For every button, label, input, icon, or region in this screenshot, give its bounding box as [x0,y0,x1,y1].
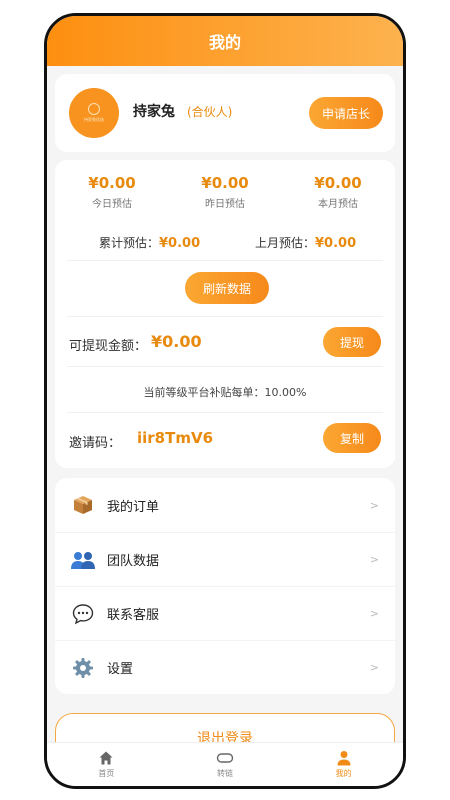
menu-item-settings[interactable]: 设置 > [55,640,395,694]
invite-code-value: iir8TmV6 [137,429,214,447]
bottom-tab-bar: 首页 转链 我的 [47,742,403,786]
divider [67,260,383,261]
user-icon [336,750,352,766]
copy-invite-code-button[interactable]: 复制 [323,423,381,453]
refresh-data-button[interactable]: 刷新数据 [185,272,269,304]
divider [67,366,383,367]
menu-item-team-data[interactable]: 团队数据 > [55,532,395,586]
stat-label: 本月预估 [318,199,358,210]
last-month-estimate: 上月预估：¥0.00 [255,234,356,251]
gear-icon [71,656,95,680]
menu-item-label: 团队数据 [107,554,160,569]
stat-value: ¥0.00 [314,174,362,192]
last-month-value: ¥0.00 [315,236,357,251]
total-estimate-label: 累计预估： [99,236,160,250]
last-month-label: 上月预估： [255,236,316,250]
phone-frame: 我的 持家兔优选 持家兔 (合伙人) 申请店长 ¥0.00 今日预估 ¥0.00… [44,13,406,789]
avatar-logo-text: 持家兔优选 [84,117,104,122]
user-role: (合伙人) [187,105,233,119]
tab-label: 首页 [98,769,115,778]
package-icon [71,493,95,517]
menu-item-customer-service[interactable]: 联系客服 > [55,586,395,640]
stat-label: 昨日预估 [205,199,245,210]
avatar[interactable]: 持家兔优选 [69,88,119,138]
menu-item-label: 设置 [107,662,134,677]
chat-bubble-icon [71,602,95,626]
stat-this-month: ¥0.00 本月预估 [283,174,393,210]
tab-label: 我的 [335,769,352,778]
withdrawable-label: 可提现金额： [69,339,148,354]
home-icon [98,750,114,766]
stat-value: ¥0.00 [88,174,136,192]
apply-manager-button[interactable]: 申请店长 [309,97,383,129]
divider [67,316,383,317]
total-estimate: 累计预估：¥0.00 [99,234,200,251]
logo-icon [88,103,100,115]
earnings-card: ¥0.00 今日预估 ¥0.00 昨日预估 ¥0.00 本月预估 累计预估：¥0… [55,160,395,468]
chevron-right-icon: > [369,607,379,620]
chevron-right-icon: > [369,661,379,674]
tab-mine[interactable]: 我的 [284,743,403,786]
menu-item-label: 我的订单 [107,499,160,515]
tab-home[interactable]: 首页 [47,743,166,786]
stat-label: 今日预估 [92,199,132,210]
chevron-right-icon: > [369,498,379,512]
top-header: 我的 [47,16,403,66]
stat-yesterday: ¥0.00 昨日预估 [170,174,280,210]
stat-today: ¥0.00 今日预估 [57,174,167,210]
menu-item-label: 联系客服 [107,608,160,623]
tab-convert-link[interactable]: 转链 [166,743,285,786]
menu-item-my-orders[interactable]: 我的订单 > [55,478,395,532]
withdrawable-amount: ¥0.00 [151,332,202,351]
divider [67,412,383,413]
tab-label: 转链 [217,769,233,778]
profile-card: 持家兔优选 持家兔 (合伙人) 申请店长 [55,74,395,152]
user-name: 持家兔 [133,104,175,120]
team-icon [71,548,95,572]
page-title: 我的 [208,33,241,52]
withdraw-button[interactable]: 提现 [323,327,381,357]
invite-code-label: 邀请码： [69,436,122,451]
link-icon [216,750,234,766]
subsidy-rate-text: 当前等级平台补贴每单：10.00% [143,386,307,399]
chevron-right-icon: > [369,553,379,566]
menu-card: 我的订单 > 团队数据 > 联系客服 > 设置 > [55,478,395,694]
stat-value: ¥0.00 [201,174,249,192]
total-estimate-value: ¥0.00 [159,236,201,251]
